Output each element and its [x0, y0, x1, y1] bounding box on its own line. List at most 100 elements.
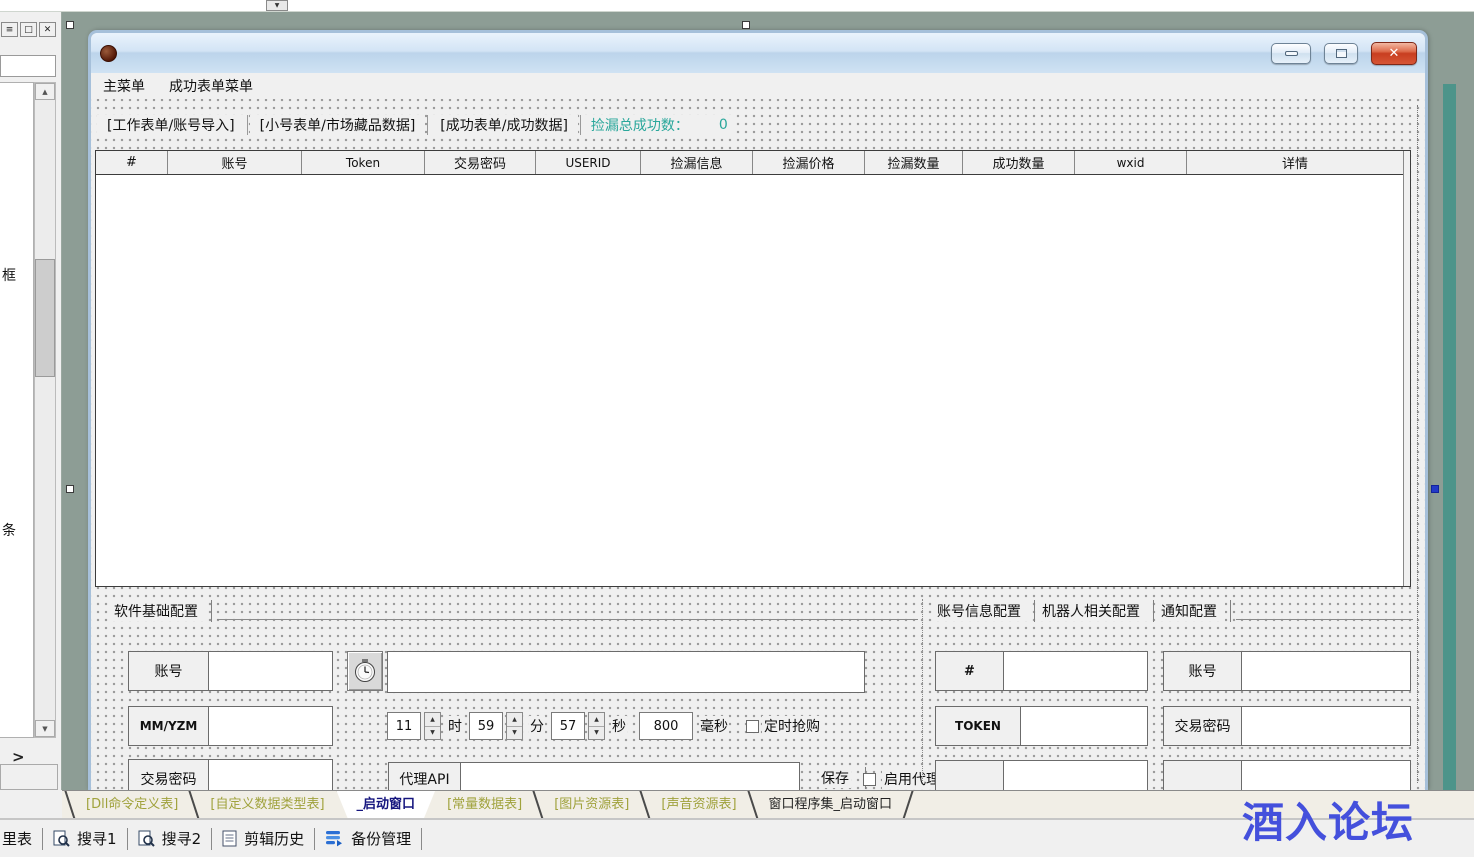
status-search1[interactable]: 搜寻1	[53, 828, 117, 849]
column-header[interactable]: 成功数量	[963, 151, 1075, 174]
tab-dll-commands[interactable]: [Dll命令定义表]	[74, 791, 190, 818]
tab-startup-window-active[interactable]: _启动窗口	[337, 791, 436, 818]
timed-buy-checkbox[interactable]	[746, 720, 759, 733]
data-grid[interactable]: # 账号 Token 交易密码 USERID 捡漏信息 捡漏价格 捡漏数量 成功…	[95, 150, 1411, 587]
save-button[interactable]: 保存	[819, 768, 851, 788]
tab-sound-resources[interactable]: [声音资源表]	[649, 791, 748, 818]
minute-stepper[interactable]: ▲ ▼	[506, 712, 523, 740]
panel-menu-button[interactable]: ≡	[1, 22, 18, 37]
tab-account-info[interactable]: 账号信息配置	[935, 601, 1029, 621]
spin-down-icon[interactable]: ▼	[425, 727, 440, 740]
resize-handle[interactable]	[66, 485, 74, 493]
hour-input[interactable]: 11	[387, 712, 421, 740]
second-stepper[interactable]: ▲ ▼	[588, 712, 605, 740]
menu-item-success-form[interactable]: 成功表单菜单	[169, 76, 253, 96]
clipped-input[interactable]	[1242, 761, 1410, 790]
account-field: 账号	[128, 651, 333, 691]
toolbox-item-partial[interactable]: 框	[2, 265, 16, 285]
spin-down-icon[interactable]: ▼	[507, 727, 522, 740]
column-header[interactable]: Token	[302, 151, 425, 174]
data-grid-main: # 账号 Token 交易密码 USERID 捡漏信息 捡漏价格 捡漏数量 成功…	[96, 151, 1403, 586]
proxy-api-input[interactable]	[461, 763, 799, 790]
account-input[interactable]	[209, 652, 332, 690]
tab-alt-accounts[interactable]: [小号表单/市场藏品数据]	[250, 115, 426, 135]
timer-button[interactable]	[347, 651, 383, 691]
token-input[interactable]	[1021, 707, 1147, 745]
tab-success-form[interactable]: [成功表单/成功数据]	[430, 115, 578, 135]
panel-button-row: ≡ □ ✕	[1, 22, 56, 37]
spin-up-icon[interactable]: ▲	[425, 713, 440, 727]
combo-dropdown-button[interactable]: ▼	[266, 0, 288, 11]
minimize-button[interactable]	[1271, 43, 1311, 64]
maximize-button[interactable]	[1324, 43, 1358, 64]
minute-input[interactable]: 59	[469, 712, 503, 740]
panel-close-button[interactable]: ✕	[39, 22, 56, 37]
status-clip-history[interactable]: 剪辑历史	[222, 828, 304, 849]
r-trade-password-input[interactable]	[1242, 707, 1410, 745]
r-account-label: 账号	[1164, 652, 1242, 690]
status-backup[interactable]: 备份管理	[325, 828, 411, 849]
trade-password-field: 交易密码	[128, 759, 333, 790]
status-search2-label: 搜寻2	[162, 828, 202, 849]
mmyzm-label: MM/YZM	[129, 707, 209, 745]
column-header[interactable]: 交易密码	[425, 151, 536, 174]
title-bar[interactable]: ✕	[91, 33, 1425, 73]
enable-proxy-checkbox[interactable]	[863, 773, 876, 786]
counter-value: 0	[719, 117, 728, 133]
tab-divider	[580, 115, 581, 135]
tab-window-program-set[interactable]: 窗口程序集_启动窗口	[757, 791, 905, 818]
second-input[interactable]: 57	[551, 712, 585, 740]
success-counter: 捡漏总成功数： 0	[583, 115, 736, 135]
mmyzm-field: MM/YZM	[128, 706, 333, 746]
mmyzm-input[interactable]	[209, 707, 332, 745]
column-header[interactable]: 账号	[168, 151, 302, 174]
trade-password-input[interactable]	[209, 760, 332, 790]
resize-handle[interactable]	[66, 21, 74, 29]
spin-up-icon[interactable]: ▲	[589, 713, 604, 727]
left-group-tab[interactable]: 软件基础配置	[112, 601, 206, 621]
tab-constants[interactable]: [常量数据表]	[435, 791, 534, 818]
resize-handle-active[interactable]	[1431, 485, 1439, 493]
millisecond-input[interactable]: 800	[639, 712, 693, 740]
status-text-input[interactable]	[387, 651, 865, 693]
hour-stepper[interactable]: ▲ ▼	[424, 712, 441, 740]
menu-item-main[interactable]: 主菜单	[103, 76, 145, 96]
grid-body-empty[interactable]	[96, 175, 1403, 586]
grid-scrollbar-strip[interactable]	[1403, 151, 1410, 586]
group-line	[1236, 619, 1413, 620]
toolbox-list[interactable]	[0, 82, 34, 738]
r-account-input[interactable]	[1242, 652, 1410, 690]
column-header[interactable]: wxid	[1075, 151, 1187, 174]
column-header[interactable]: 捡漏信息	[641, 151, 753, 174]
column-header[interactable]: 详情	[1187, 151, 1403, 174]
clipped-input[interactable]	[1004, 761, 1147, 790]
panel-partial-field[interactable]	[0, 55, 56, 77]
scrollbar-thumb[interactable]	[35, 259, 55, 377]
column-header[interactable]: 捡漏价格	[753, 151, 865, 174]
tab-work-form[interactable]: [工作表单/账号导入]	[97, 115, 245, 135]
spin-down-icon[interactable]: ▼	[589, 727, 604, 740]
panel-restore-button[interactable]: □	[20, 22, 37, 37]
account-label: 账号	[129, 652, 209, 690]
tab-custom-datatypes[interactable]: [自定义数据类型表]	[198, 791, 336, 818]
index-field: #	[935, 651, 1148, 691]
column-header[interactable]: 捡漏数量	[865, 151, 963, 174]
close-button[interactable]: ✕	[1371, 42, 1417, 65]
spin-up-icon[interactable]: ▲	[507, 713, 522, 727]
window-controls: ✕	[1271, 42, 1417, 65]
menu-icon: ≡	[6, 25, 14, 35]
resize-handle[interactable]	[742, 21, 750, 29]
scroll-up-button[interactable]: ▲	[35, 83, 55, 100]
status-search2[interactable]: 搜寻2	[138, 828, 202, 849]
group-divider	[1230, 600, 1231, 622]
status-partial-label[interactable]: 里表	[2, 828, 32, 849]
tab-notify-config[interactable]: 通知配置	[1159, 601, 1225, 621]
toolbox-item-partial[interactable]: 条	[2, 520, 16, 540]
toolbox-scrollbar[interactable]: ▲ ▼	[34, 82, 56, 738]
tab-robot-config[interactable]: 机器人相关配置	[1040, 601, 1148, 621]
tab-image-resources[interactable]: [图片资源表]	[542, 791, 641, 818]
index-input[interactable]	[1004, 652, 1147, 690]
column-header[interactable]: USERID	[536, 151, 641, 174]
scroll-down-button[interactable]: ▼	[35, 720, 55, 737]
column-header[interactable]: #	[96, 151, 168, 174]
